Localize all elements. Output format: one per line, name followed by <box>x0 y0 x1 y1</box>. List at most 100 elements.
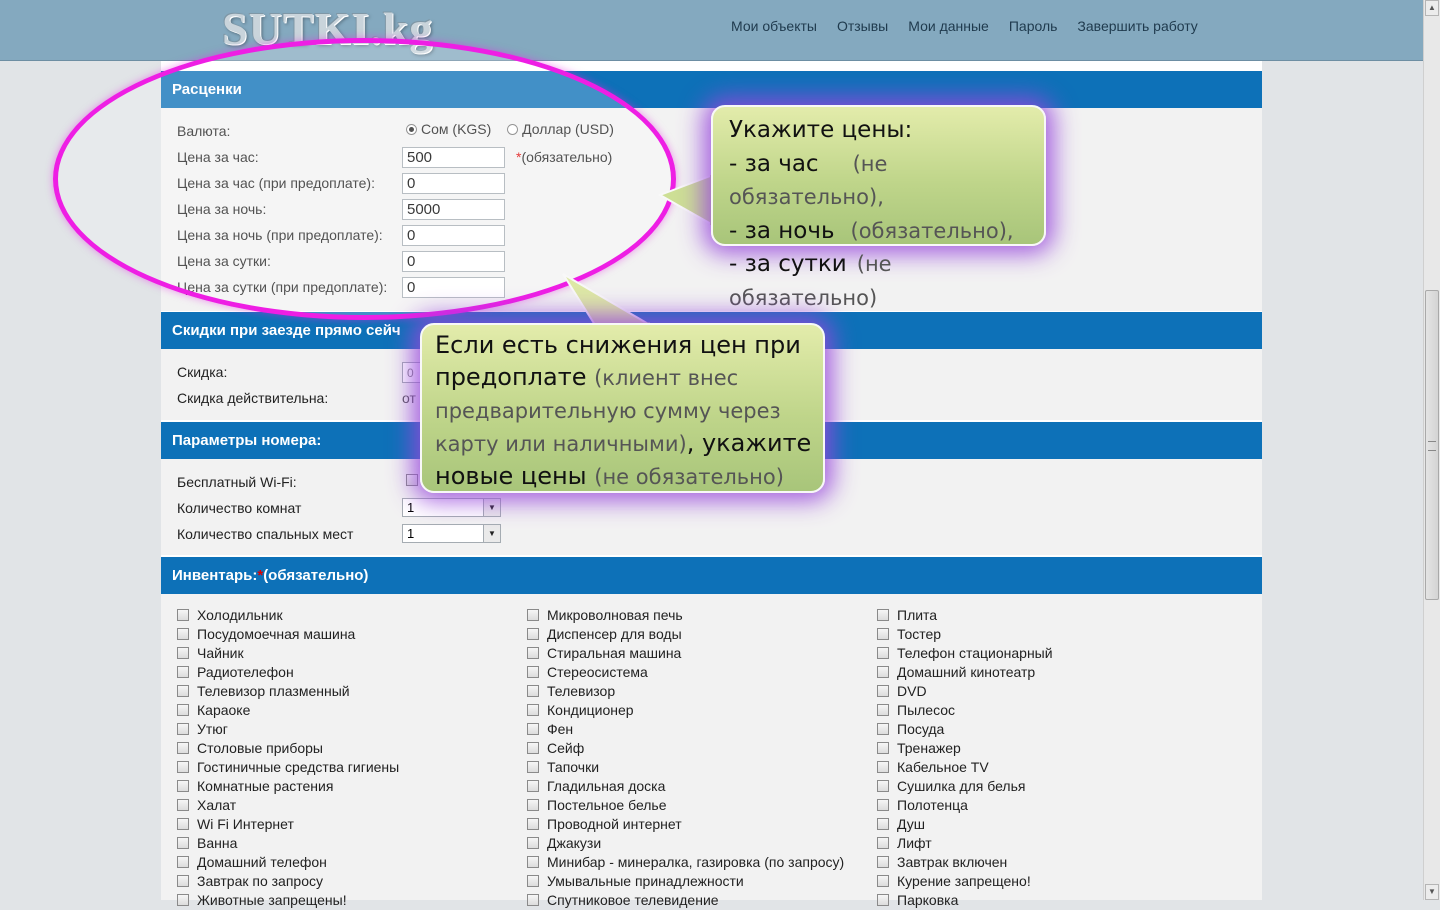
inventory-checkbox[interactable] <box>877 704 889 716</box>
inventory-item[interactable]: Спутниковое телевидение <box>527 891 844 910</box>
inventory-item[interactable]: Телевизор <box>527 682 844 701</box>
inventory-checkbox[interactable] <box>177 742 189 754</box>
inventory-checkbox[interactable] <box>527 875 539 887</box>
inventory-item[interactable]: Караоке <box>177 701 399 720</box>
inventory-checkbox[interactable] <box>877 723 889 735</box>
inventory-checkbox[interactable] <box>527 894 539 906</box>
scroll-down-icon[interactable]: ▼ <box>1425 884 1439 900</box>
inventory-item[interactable]: Джакузи <box>527 834 844 853</box>
inventory-item[interactable]: Сейф <box>527 739 844 758</box>
inventory-checkbox[interactable] <box>177 704 189 716</box>
inventory-checkbox[interactable] <box>527 723 539 735</box>
inventory-item[interactable]: Домашний кинотеатр <box>877 663 1053 682</box>
inventory-checkbox[interactable] <box>877 609 889 621</box>
inventory-checkbox[interactable] <box>877 628 889 640</box>
inventory-checkbox[interactable] <box>877 894 889 906</box>
inventory-item[interactable]: Пылесос <box>877 701 1053 720</box>
inventory-item[interactable]: Минибар - минералка, газировка (по запро… <box>527 853 844 872</box>
inventory-checkbox[interactable] <box>527 780 539 792</box>
inventory-item[interactable]: Домашний телефон <box>177 853 399 872</box>
inventory-item[interactable]: Стереосистема <box>527 663 844 682</box>
inventory-checkbox[interactable] <box>527 628 539 640</box>
inventory-item[interactable]: Курение запрещено! <box>877 872 1053 891</box>
inventory-checkbox[interactable] <box>877 875 889 887</box>
inventory-item[interactable]: Завтрак по запросу <box>177 872 399 891</box>
inventory-checkbox[interactable] <box>177 856 189 868</box>
inventory-item[interactable]: Душ <box>877 815 1053 834</box>
inventory-item[interactable]: Проводной интернет <box>527 815 844 834</box>
inventory-checkbox[interactable] <box>177 685 189 697</box>
inventory-checkbox[interactable] <box>177 780 189 792</box>
inventory-checkbox[interactable] <box>527 609 539 621</box>
inventory-item[interactable]: Гладильная доска <box>527 777 844 796</box>
inventory-checkbox[interactable] <box>527 647 539 659</box>
inventory-item[interactable]: Тренажер <box>877 739 1053 758</box>
inventory-checkbox[interactable] <box>177 628 189 640</box>
inventory-item[interactable]: Столовые приборы <box>177 739 399 758</box>
inventory-item[interactable]: Халат <box>177 796 399 815</box>
inventory-item[interactable]: Животные запрещены! <box>177 891 399 910</box>
inventory-item[interactable]: Телевизор плазменный <box>177 682 399 701</box>
nav-my-data[interactable]: Мои данные <box>908 18 989 34</box>
beds-count-select[interactable]: 1 ▼ <box>402 524 501 543</box>
inventory-item[interactable]: Плита <box>877 606 1053 625</box>
inventory-item[interactable]: Завтрак включен <box>877 853 1053 872</box>
nav-logout[interactable]: Завершить работу <box>1077 18 1197 34</box>
inventory-item[interactable]: Тапочки <box>527 758 844 777</box>
chevron-down-icon[interactable]: ▼ <box>483 499 500 516</box>
inventory-checkbox[interactable] <box>877 685 889 697</box>
inventory-checkbox[interactable] <box>527 761 539 773</box>
scrollbar-thumb[interactable] <box>1425 290 1439 600</box>
nav-my-objects[interactable]: Мои объекты <box>731 18 817 34</box>
inventory-item[interactable]: Парковка <box>877 891 1053 910</box>
inventory-item[interactable]: Тостер <box>877 625 1053 644</box>
inventory-checkbox[interactable] <box>877 856 889 868</box>
inventory-item[interactable]: Кабельное TV <box>877 758 1053 777</box>
inventory-checkbox[interactable] <box>527 704 539 716</box>
wifi-checkbox[interactable] <box>406 474 418 486</box>
inventory-item[interactable]: Холодильник <box>177 606 399 625</box>
nav-reviews[interactable]: Отзывы <box>837 18 888 34</box>
inventory-checkbox[interactable] <box>527 799 539 811</box>
inventory-item[interactable]: Гостиничные средства гигиены <box>177 758 399 777</box>
inventory-checkbox[interactable] <box>877 837 889 849</box>
inventory-item[interactable]: Умывальные принадлежности <box>527 872 844 891</box>
inventory-checkbox[interactable] <box>877 799 889 811</box>
inventory-checkbox[interactable] <box>177 837 189 849</box>
inventory-checkbox[interactable] <box>177 609 189 621</box>
inventory-checkbox[interactable] <box>527 685 539 697</box>
chevron-down-icon[interactable]: ▼ <box>483 525 500 542</box>
inventory-checkbox[interactable] <box>177 723 189 735</box>
inventory-item[interactable]: Утюг <box>177 720 399 739</box>
inventory-checkbox[interactable] <box>877 780 889 792</box>
inventory-item[interactable]: Wi Fi Интернет <box>177 815 399 834</box>
inventory-checkbox[interactable] <box>527 742 539 754</box>
inventory-checkbox[interactable] <box>877 647 889 659</box>
inventory-checkbox[interactable] <box>527 666 539 678</box>
inventory-checkbox[interactable] <box>177 799 189 811</box>
inventory-checkbox[interactable] <box>177 894 189 906</box>
inventory-item[interactable]: Лифт <box>877 834 1053 853</box>
inventory-checkbox[interactable] <box>527 856 539 868</box>
inventory-item[interactable]: Диспенсер для воды <box>527 625 844 644</box>
inventory-checkbox[interactable] <box>177 761 189 773</box>
nav-password[interactable]: Пароль <box>1009 18 1058 34</box>
inventory-item[interactable]: Радиотелефон <box>177 663 399 682</box>
inventory-item[interactable]: Стиральная машина <box>527 644 844 663</box>
inventory-item[interactable]: Телефон стационарный <box>877 644 1053 663</box>
inventory-item[interactable]: DVD <box>877 682 1053 701</box>
inventory-checkbox[interactable] <box>177 666 189 678</box>
inventory-item[interactable]: Микроволновая печь <box>527 606 844 625</box>
inventory-checkbox[interactable] <box>177 875 189 887</box>
inventory-checkbox[interactable] <box>877 818 889 830</box>
inventory-item[interactable]: Кондиционер <box>527 701 844 720</box>
inventory-checkbox[interactable] <box>177 818 189 830</box>
inventory-checkbox[interactable] <box>527 837 539 849</box>
inventory-item[interactable]: Посуда <box>877 720 1053 739</box>
inventory-checkbox[interactable] <box>877 666 889 678</box>
inventory-item[interactable]: Полотенца <box>877 796 1053 815</box>
inventory-item[interactable]: Фен <box>527 720 844 739</box>
inventory-checkbox[interactable] <box>527 818 539 830</box>
rooms-count-select[interactable]: 1 ▼ <box>402 498 501 517</box>
inventory-item[interactable]: Комнатные растения <box>177 777 399 796</box>
